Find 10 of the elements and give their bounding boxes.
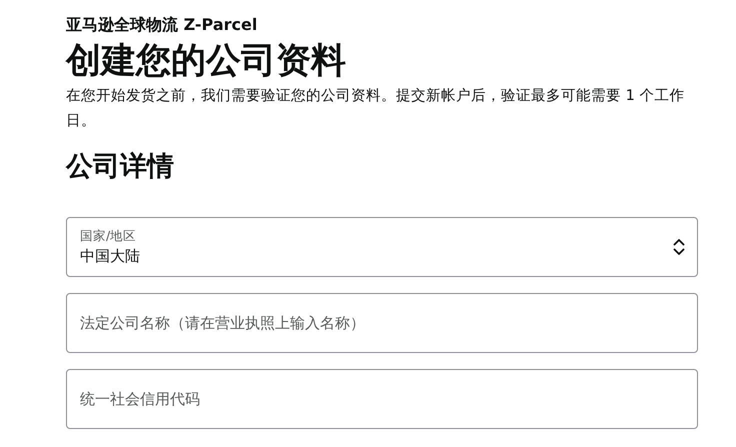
chevron-icon — [673, 238, 685, 256]
field-label: 国家/地区 — [80, 227, 136, 245]
input-field[interactable]: 法定公司名称（请在营业执照上输入名称） — [66, 293, 698, 353]
input-field[interactable]: 统一社会信用代码 — [66, 369, 698, 429]
intro-text: 在您开始发货之前，我们需要验证您的公司资料。提交新帐户后，验证最多可能需要 1 个工作日。 — [66, 86, 686, 131]
brand-title: 亚马逊全球物流 Z-Parcel — [66, 14, 258, 36]
section-title: 公司详情 — [66, 150, 175, 184]
page-title: 创建您的公司资料 — [66, 40, 347, 83]
country-select[interactable]: 国家/地区 中国大陆 — [66, 217, 698, 277]
field-value: 中国大陆 — [80, 246, 140, 267]
